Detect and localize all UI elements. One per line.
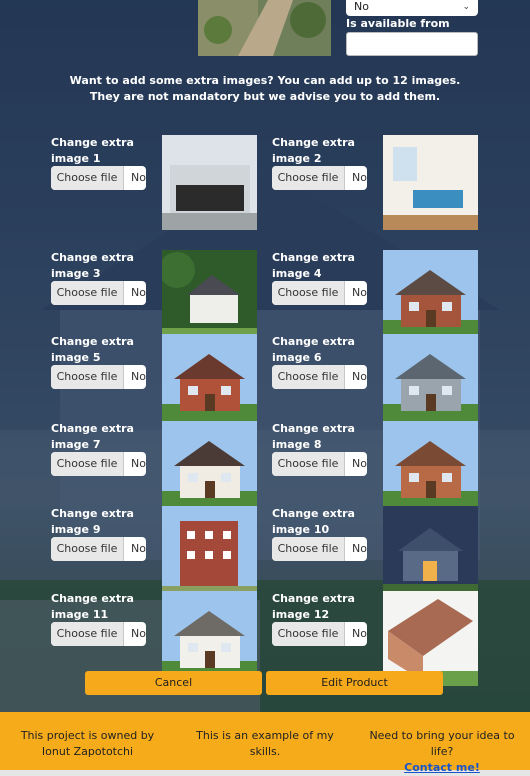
extra-image-slot-5: Change extra image 5 Choose file No bbox=[51, 334, 261, 430]
extra-image-thumbnail bbox=[162, 506, 257, 601]
extra-image-slot-1: Change extra image 1 Choose file No bbox=[51, 135, 261, 231]
extra-image-thumbnail bbox=[162, 250, 257, 345]
extra-image-thumbnail bbox=[383, 250, 478, 345]
extra-image-file-input[interactable]: Choose file No bbox=[272, 281, 367, 305]
extra-image-slot-3: Change extra image 3 Choose file No bbox=[51, 250, 261, 346]
footer-owner-text: This project is owned by Ionut Zapototch… bbox=[20, 729, 155, 758]
extra-image-slot-10: Change extra image 10 Choose file No bbox=[272, 506, 482, 602]
extra-image-file-input[interactable]: Choose file No bbox=[272, 452, 367, 476]
footer-example-text: This is an example of my skills. bbox=[196, 729, 334, 758]
extra-image-file-input[interactable]: Choose file No bbox=[51, 452, 146, 476]
extra-image-label: Change extra image 7 bbox=[51, 422, 134, 451]
choose-file-button[interactable]: Choose file bbox=[272, 452, 345, 476]
file-status-text: No bbox=[352, 370, 367, 383]
choose-file-button[interactable]: Choose file bbox=[272, 281, 345, 305]
extra-image-label: Change extra image 4 bbox=[272, 251, 355, 280]
file-status-text: No bbox=[131, 286, 146, 299]
file-status-text: No bbox=[131, 542, 146, 555]
file-status-text: No bbox=[352, 627, 367, 640]
extra-image-slot-7: Change extra image 7 Choose file No bbox=[51, 421, 261, 517]
extra-image-slot-8: Change extra image 8 Choose file No bbox=[272, 421, 482, 517]
extra-image-file-input[interactable]: Choose file No bbox=[272, 365, 367, 389]
extra-image-thumbnail bbox=[162, 135, 257, 230]
file-status-text: No bbox=[131, 457, 146, 470]
extra-image-file-input[interactable]: Choose file No bbox=[51, 537, 146, 561]
edit-product-form: No ⌄ Is available from Want to add some … bbox=[0, 0, 530, 712]
extra-image-label: Change extra image 10 bbox=[272, 507, 355, 536]
choose-file-button[interactable]: Choose file bbox=[51, 365, 124, 389]
file-status-text: No bbox=[131, 370, 146, 383]
chevron-down-icon: ⌄ bbox=[462, 2, 470, 12]
choose-file-button[interactable]: Choose file bbox=[272, 365, 345, 389]
extra-image-label: Change extra image 2 bbox=[272, 136, 355, 165]
extra-image-thumbnail bbox=[162, 421, 257, 516]
edit-product-button[interactable]: Edit Product bbox=[266, 671, 443, 695]
extra-image-file-input[interactable]: Choose file No bbox=[272, 166, 367, 190]
extra-image-label: Change extra image 8 bbox=[272, 422, 355, 451]
extra-image-file-input[interactable]: Choose file No bbox=[51, 166, 146, 190]
extra-image-file-input[interactable]: Choose file No bbox=[51, 365, 146, 389]
choose-file-button[interactable]: Choose file bbox=[51, 537, 124, 561]
extra-image-file-input[interactable]: Choose file No bbox=[51, 281, 146, 305]
extra-image-slot-6: Change extra image 6 Choose file No bbox=[272, 334, 482, 430]
choose-file-button[interactable]: Choose file bbox=[51, 281, 124, 305]
extra-image-thumbnail bbox=[383, 135, 478, 230]
availability-select-value: No bbox=[354, 0, 369, 13]
footer-cta: Need to bring your idea to life? Contact… bbox=[357, 728, 527, 776]
extra-image-label: Change extra image 3 bbox=[51, 251, 134, 280]
extra-image-slot-4: Change extra image 4 Choose file No bbox=[272, 250, 482, 346]
site-footer: This project is owned by Ionut Zapototch… bbox=[0, 712, 530, 774]
choose-file-button[interactable]: Choose file bbox=[51, 166, 124, 190]
form-actions: Cancel Edit Product bbox=[85, 671, 445, 695]
extra-image-thumbnail bbox=[162, 334, 257, 429]
cancel-button[interactable]: Cancel bbox=[85, 671, 262, 695]
extra-image-file-input[interactable]: Choose file No bbox=[51, 622, 146, 646]
extra-image-label: Change extra image 5 bbox=[51, 335, 134, 364]
choose-file-button[interactable]: Choose file bbox=[272, 166, 345, 190]
extra-image-file-input[interactable]: Choose file No bbox=[272, 622, 367, 646]
extra-image-label: Change extra image 9 bbox=[51, 507, 134, 536]
extra-image-label: Change extra image 6 bbox=[272, 335, 355, 364]
choose-file-button[interactable]: Choose file bbox=[51, 452, 124, 476]
file-status-text: No bbox=[352, 286, 367, 299]
extra-image-slot-9: Change extra image 9 Choose file No bbox=[51, 506, 261, 602]
file-status-text: No bbox=[352, 171, 367, 184]
file-status-text: No bbox=[131, 171, 146, 184]
extra-image-label: Change extra image 12 bbox=[272, 592, 355, 621]
contact-link[interactable]: Contact me! bbox=[404, 761, 480, 774]
extra-image-label: Change extra image 1 bbox=[51, 136, 134, 165]
extra-image-slot-2: Change extra image 2 Choose file No bbox=[272, 135, 482, 231]
choose-file-button[interactable]: Choose file bbox=[51, 622, 124, 646]
file-status-text: No bbox=[352, 542, 367, 555]
file-status-text: No bbox=[352, 457, 367, 470]
extra-images-intro: Want to add some extra images? You can a… bbox=[69, 74, 461, 103]
choose-file-button[interactable]: Choose file bbox=[272, 537, 345, 561]
extra-image-thumbnail bbox=[383, 421, 478, 516]
main-image-thumbnail bbox=[198, 0, 331, 56]
extra-image-thumbnail bbox=[383, 334, 478, 429]
extra-image-thumbnail bbox=[383, 506, 478, 601]
choose-file-button[interactable]: Choose file bbox=[272, 622, 345, 646]
file-status-text: No bbox=[131, 627, 146, 640]
extra-image-label: Change extra image 11 bbox=[51, 592, 134, 621]
availability-select[interactable]: No ⌄ bbox=[346, 0, 478, 16]
footer-cta-text: Need to bring your idea to life? bbox=[369, 729, 515, 758]
available-from-label: Is available from bbox=[346, 17, 450, 30]
extra-image-file-input[interactable]: Choose file No bbox=[272, 537, 367, 561]
available-from-input[interactable] bbox=[346, 32, 478, 56]
